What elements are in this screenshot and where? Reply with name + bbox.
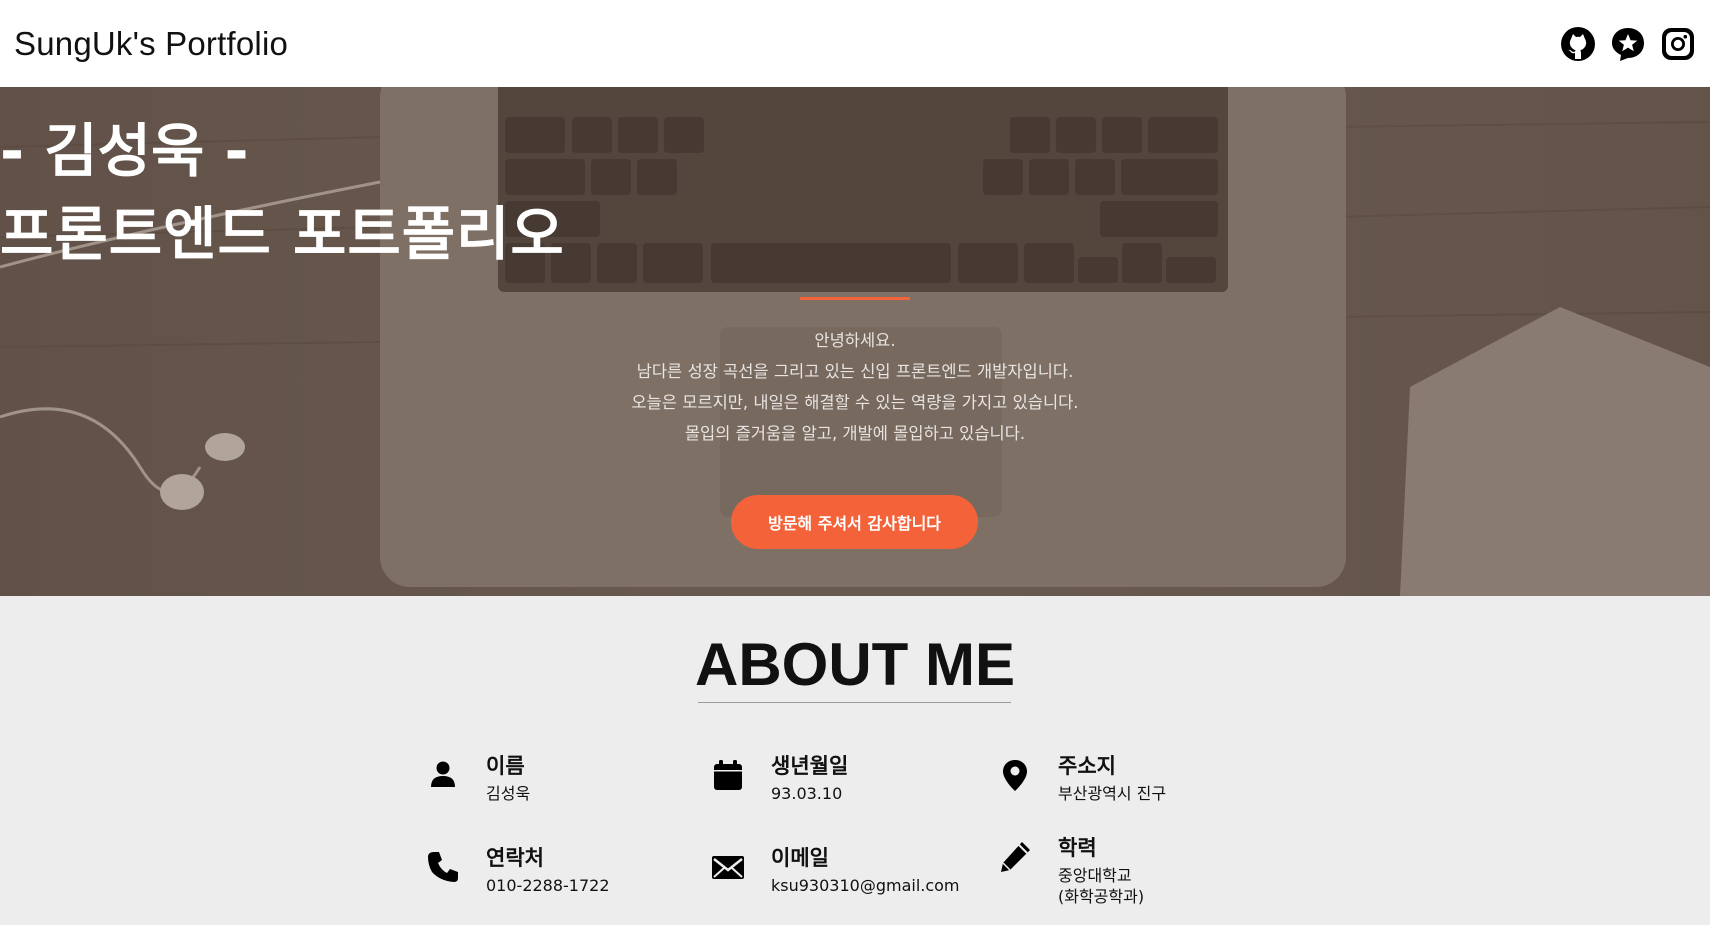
hero-divider <box>800 297 910 300</box>
thanks-button[interactable]: 방문해 주셔서 감사합니다 <box>731 495 978 549</box>
info-email-value[interactable]: ksu930310@gmail.com <box>771 875 960 896</box>
info-address: 주소지 부산광역시 진구 <box>998 752 1166 804</box>
info-name-value: 김성욱 <box>486 784 531 803</box>
hero-section: - 김성욱 - 프론트엔드 포트폴리오 안녕하세요. 남다른 성장 곡선을 그리… <box>0 87 1710 596</box>
info-phone: 연락처 010-2288-1722 <box>426 844 610 896</box>
hero-title-subtitle: 프론트엔드 포트폴리오 <box>0 200 565 268</box>
github-icon[interactable] <box>1560 26 1596 62</box>
hero-intro-line-2: 남다른 성장 곡선을 그리고 있는 신입 프론트엔드 개발자입니다. <box>636 362 1074 381</box>
location-pin-icon <box>1003 760 1027 791</box>
hero-intro-line-3: 오늘은 모르지만, 내일은 해결할 수 있는 역량을 가지고 있습니다. <box>631 393 1079 412</box>
calendar-icon <box>714 760 742 790</box>
star-badge-icon[interactable] <box>1610 26 1646 62</box>
info-phone-label: 연락처 <box>486 846 544 870</box>
person-icon <box>431 761 455 787</box>
mail-icon <box>712 856 744 879</box>
pencil-icon <box>1001 842 1030 872</box>
hero-intro-line-1: 안녕하세요. <box>814 331 896 350</box>
info-phone-value: 010-2288-1722 <box>486 876 610 895</box>
info-birthdate-label: 생년월일 <box>771 754 849 778</box>
info-address-label: 주소지 <box>1058 754 1116 778</box>
hero-title-name: - 김성욱 - <box>0 117 249 185</box>
brand-title[interactable]: SungUk's Portfolio <box>14 25 288 63</box>
instagram-icon[interactable] <box>1660 26 1696 62</box>
info-education: 학력 중앙대학교 (화학공학과) <box>998 834 1144 907</box>
info-email-label: 이메일 <box>771 846 829 870</box>
info-name-label: 이름 <box>486 754 525 778</box>
phone-icon <box>428 852 458 882</box>
info-education-value: 중앙대학교 <box>1058 866 1132 885</box>
info-education-major: (화학공학과) <box>1058 887 1145 906</box>
top-navbar: SungUk's Portfolio <box>0 0 1710 87</box>
social-links <box>1560 26 1696 62</box>
about-title-underline <box>698 702 1011 703</box>
info-name: 이름 김성욱 <box>426 752 530 804</box>
info-address-value: 부산광역시 진구 <box>1058 784 1167 803</box>
info-email: 이메일 ksu930310@gmail.com <box>711 844 960 896</box>
about-title: ABOUT ME <box>695 631 1015 698</box>
info-education-label: 학력 <box>1058 836 1097 860</box>
info-birthdate-value: 93.03.10 <box>771 784 843 803</box>
info-birthdate: 생년월일 93.03.10 <box>711 752 848 804</box>
hero-intro-line-4: 몰입의 즐거움을 알고, 개발에 몰입하고 있습니다. <box>684 424 1026 443</box>
